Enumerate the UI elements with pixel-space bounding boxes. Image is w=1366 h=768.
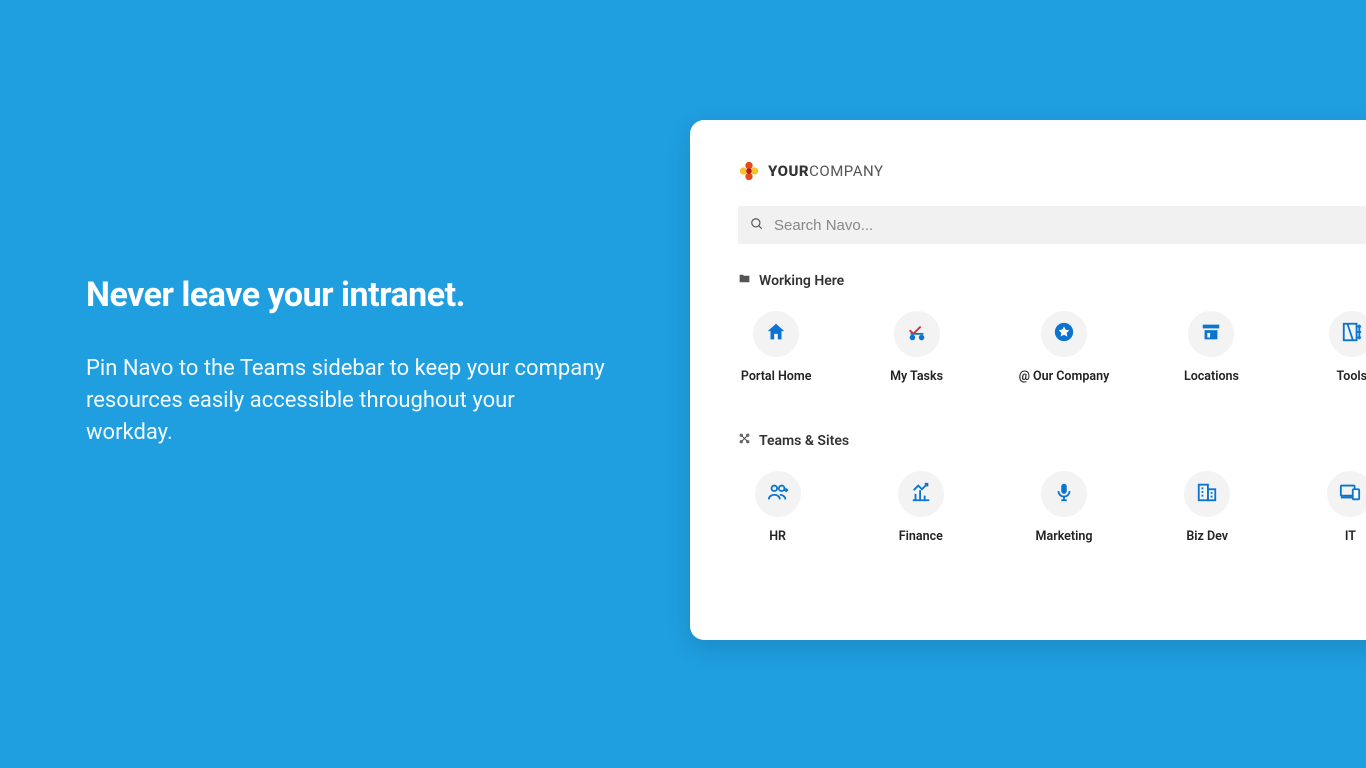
tile-label: IT xyxy=(1345,529,1356,544)
hero-section: Never leave your intranet. Pin Navo to t… xyxy=(86,275,606,449)
tile-locations[interactable]: Locations xyxy=(1173,311,1249,384)
mic-icon xyxy=(1053,481,1075,507)
section-label-working-here: Working Here xyxy=(738,272,1366,289)
brand-text: YOURCOMPANY xyxy=(768,162,884,180)
tile-label: HR xyxy=(769,529,786,544)
tile-portal-home[interactable]: Portal Home xyxy=(738,311,814,384)
tile-label: Finance xyxy=(899,529,943,544)
tile-row-teams-sites: HR Finance Marketing Biz Dev IT xyxy=(738,471,1366,544)
tile-label: Biz Dev xyxy=(1186,529,1228,544)
tile-our-company[interactable]: @ Our Company xyxy=(1019,311,1110,384)
store-icon xyxy=(1200,321,1222,347)
tile-marketing[interactable]: Marketing xyxy=(1024,471,1103,544)
brand-logo: YOURCOMPANY xyxy=(738,160,1366,182)
home-icon xyxy=(765,321,787,347)
navo-panel: YOURCOMPANY Working Here Portal Home xyxy=(690,120,1366,640)
tools-icon xyxy=(1341,321,1363,347)
connect-icon xyxy=(738,432,751,449)
chart-icon xyxy=(910,481,932,507)
tile-tools[interactable]: Tools xyxy=(1314,311,1366,384)
search-icon xyxy=(750,216,764,235)
section-label-teams-sites: Teams & Sites xyxy=(738,432,1366,449)
hero-title: Never leave your intranet. xyxy=(86,275,606,315)
folder-icon xyxy=(738,272,751,289)
tasks-icon xyxy=(906,321,928,347)
tile-biz-dev[interactable]: Biz Dev xyxy=(1168,471,1247,544)
hero-body: Pin Navo to the Teams sidebar to keep yo… xyxy=(86,353,606,449)
search-input[interactable] xyxy=(774,217,1366,234)
tile-my-tasks[interactable]: My Tasks xyxy=(878,311,954,384)
search-bar[interactable] xyxy=(738,206,1366,244)
tile-label: Marketing xyxy=(1036,529,1093,544)
tile-label: My Tasks xyxy=(890,369,943,384)
star-badge-icon xyxy=(1053,321,1075,347)
brand-mark-icon xyxy=(738,160,760,182)
tile-label: Locations xyxy=(1184,369,1239,384)
people-icon xyxy=(767,481,789,507)
tile-label: Portal Home xyxy=(741,369,812,384)
tile-it[interactable]: IT xyxy=(1311,471,1366,544)
devices-icon xyxy=(1339,481,1361,507)
tile-finance[interactable]: Finance xyxy=(881,471,960,544)
tile-label: @ Our Company xyxy=(1019,369,1110,384)
building-icon xyxy=(1196,481,1218,507)
tile-label: Tools xyxy=(1337,369,1366,384)
tile-hr[interactable]: HR xyxy=(738,471,817,544)
tile-row-working-here: Portal Home My Tasks @ Our Company Locat… xyxy=(738,311,1366,384)
